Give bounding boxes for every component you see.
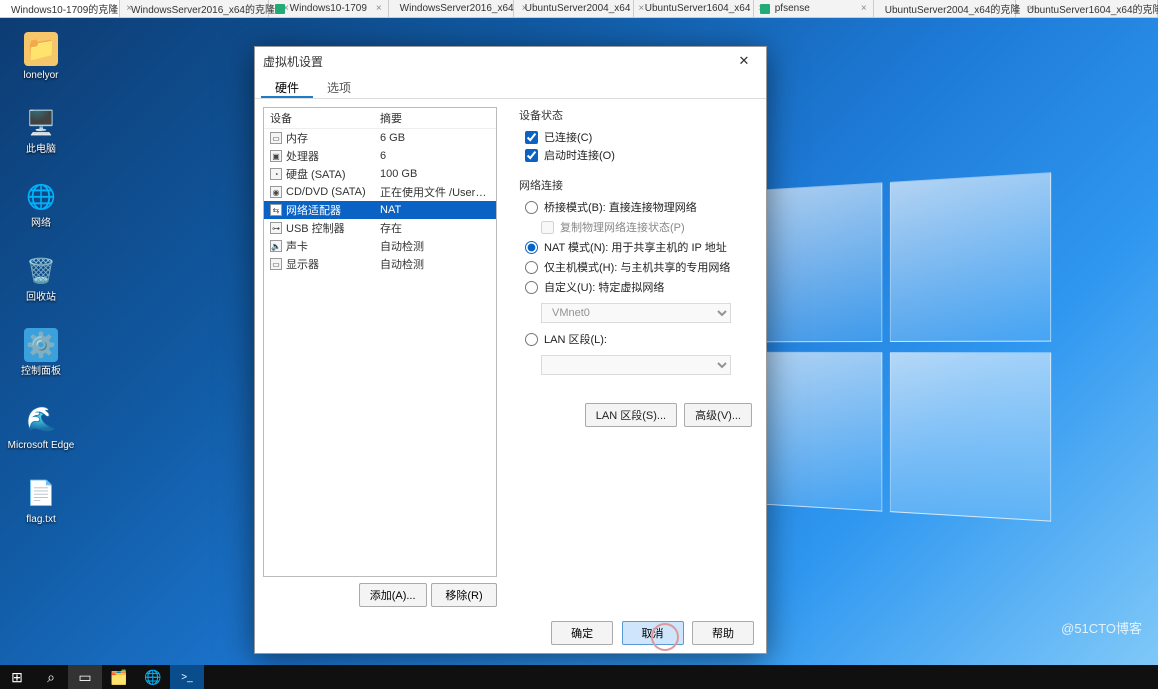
tab-status-icon [275,4,285,14]
network[interactable]: 🌐网络 [6,174,76,248]
radio-nat[interactable]: NAT 模式(N): 用于共享主机的 IP 地址 [525,239,752,255]
windows-logo-icon [735,167,1059,528]
device-row[interactable]: ⊶USB 控制器存在 [264,219,496,237]
radio-hostonly[interactable]: 仅主机模式(H): 与主机共享的专用网络 [525,259,752,275]
device-row[interactable]: ⇆网络适配器NAT [264,201,496,219]
device-type-icon: ◔ [270,168,282,180]
device-type-icon: ▭ [270,258,282,270]
device-type-icon: ⇆ [270,204,282,216]
tab-status-icon [760,4,770,14]
flag-file[interactable]: 📄flag.txt [6,470,76,544]
vm-tab[interactable]: Windows10-1709× [269,0,389,17]
edge[interactable]: 🌊Microsoft Edge [6,396,76,470]
vm-tab[interactable]: WindowsServer2016_x64× [389,0,514,17]
device-row[interactable]: ◔硬盘 (SATA)100 GB [264,165,496,183]
vm-tab[interactable]: UbuntuServer2004_x64的克隆× [874,0,1016,17]
device-row[interactable]: ◉CD/DVD (SATA)正在使用文件 /Users/robert/D... [264,183,496,201]
device-type-icon: ▭ [270,132,282,144]
help-button[interactable]: 帮助 [692,621,754,645]
desktop-icon-glyph: ⚙️ [24,328,58,362]
vm-tab[interactable]: UbuntuServer2004_x64× [514,0,634,17]
device-row[interactable]: ▣处理器6 [264,147,496,165]
tab-hardware[interactable]: 硬件 [261,75,313,98]
select-lan-segment[interactable] [541,355,731,375]
powershell-icon[interactable]: >_ [170,665,204,689]
device-type-icon: ◉ [270,186,282,198]
device-type-icon: ⊶ [270,222,282,234]
tab-options[interactable]: 选项 [313,75,365,98]
device-row[interactable]: ▭显示器自动检测 [264,255,496,273]
chk-connected[interactable]: 已连接(C) [525,129,752,145]
group-network: 网络连接 [519,177,752,193]
dialog-titlebar: 虚拟机设置 ✕ [255,47,766,75]
device-row[interactable]: ▭内存6 GB [264,129,496,147]
device-list-header: 设备 摘要 [264,108,496,129]
advanced-button[interactable]: 高级(V)... [684,403,752,427]
control-panel[interactable]: ⚙️控制面板 [6,322,76,396]
watermark: @51CTO博客 [1061,618,1142,637]
vm-tab[interactable]: WindowsServer2016_x64的克隆× [120,0,269,17]
cancel-button[interactable]: 取消 [622,621,684,645]
device-list: 设备 摘要 ▭内存6 GB▣处理器6◔硬盘 (SATA)100 GB◉CD/DV… [263,107,497,577]
vm-settings-dialog: 虚拟机设置 ✕ 硬件 选项 设备 摘要 ▭内存6 GB▣处理器6◔硬盘 (SAT… [254,46,767,654]
lan-segments-button[interactable]: LAN 区段(S)... [585,403,677,427]
desktop-icon-glyph: 🖥️ [24,106,58,140]
select-vmnet[interactable]: VMnet0 [541,303,731,323]
vm-tab[interactable]: UbuntuServer1604_x64× [634,0,754,17]
desktop-icon-glyph: 📁 [24,32,58,66]
dialog-title: 虚拟机设置 [263,53,323,70]
desktop-icon-glyph: 📄 [24,476,58,510]
taskbar: ⊞ ⌕ ▭ 🗂️ 🌐 >_ [0,665,1158,689]
chk-replicate: 复制物理网络连接状态(P) [541,219,752,235]
radio-bridged[interactable]: 桥接模式(B): 直接连接物理网络 [525,199,752,215]
task-view-icon[interactable]: ▭ [68,665,102,689]
device-type-icon: ▣ [270,150,282,162]
add-device-button[interactable]: 添加(A)... [359,583,427,607]
vm-tab[interactable]: Windows10-1709的克隆× [0,0,120,17]
vm-tab[interactable]: UbuntuServer1604_x64的克隆× [1016,0,1158,17]
edge-taskbar-icon[interactable]: 🌐 [136,665,170,689]
file-explorer-icon[interactable]: 🗂️ [102,665,136,689]
device-row[interactable]: 🔈声卡自动检测 [264,237,496,255]
user-folder[interactable]: 📁lonelyor [6,26,76,100]
desktop-icon-glyph: 🌊 [24,402,58,436]
vm-tab[interactable]: pfsense× [754,0,874,17]
desktop-icon-glyph: 🌐 [24,180,58,214]
radio-lan-segment[interactable]: LAN 区段(L): [525,331,752,347]
recycle-bin[interactable]: 🗑️回收站 [6,248,76,322]
desktop: 📁lonelyor🖥️此电脑🌐网络🗑️回收站⚙️控制面板🌊Microsoft E… [0,18,1158,665]
desktop-icon-column: 📁lonelyor🖥️此电脑🌐网络🗑️回收站⚙️控制面板🌊Microsoft E… [6,26,76,544]
device-type-icon: 🔈 [270,240,282,252]
close-icon[interactable]: ✕ [730,53,758,69]
search-icon[interactable]: ⌕ [34,665,68,689]
remove-device-button[interactable]: 移除(R) [431,583,497,607]
dialog-tabs: 硬件 选项 [255,75,766,99]
vm-tab-bar: Windows10-1709的克隆×WindowsServer2016_x64的… [0,0,1158,18]
start-button[interactable]: ⊞ [0,665,34,689]
desktop-icon-glyph: 🗑️ [24,254,58,288]
group-device-state: 设备状态 [519,107,752,123]
close-tab-icon[interactable]: × [368,3,382,14]
close-tab-icon[interactable]: × [853,3,867,14]
chk-connect-poweron[interactable]: 启动时连接(O) [525,147,752,163]
ok-button[interactable]: 确定 [551,621,613,645]
radio-custom[interactable]: 自定义(U): 特定虚拟网络 [525,279,752,295]
this-pc[interactable]: 🖥️此电脑 [6,100,76,174]
